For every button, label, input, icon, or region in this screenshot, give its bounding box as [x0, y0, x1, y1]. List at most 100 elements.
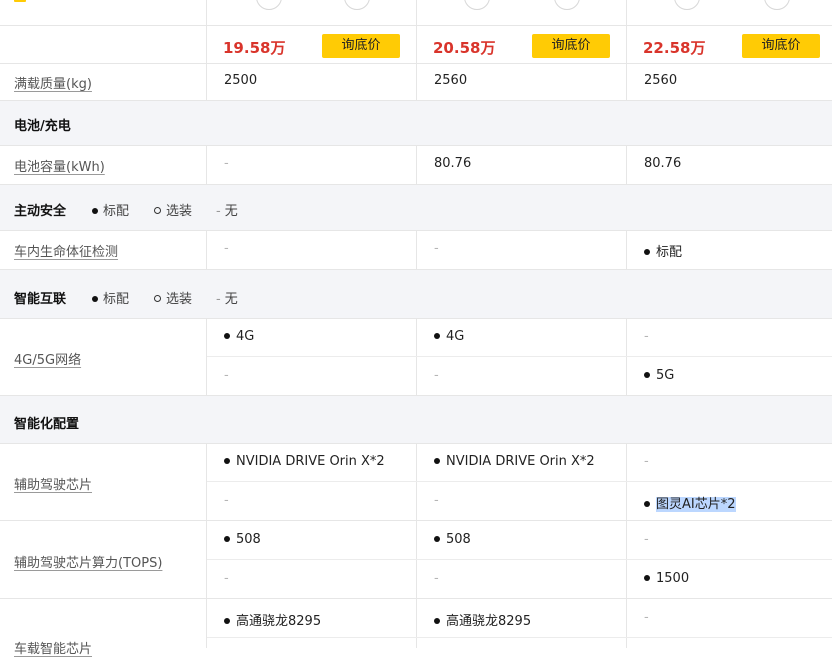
- row-divider: [0, 318, 832, 319]
- cell-value: 508: [434, 532, 471, 547]
- row-divider: [0, 443, 832, 444]
- sub-row-divider: [207, 356, 832, 357]
- cell-value: 标配: [644, 241, 682, 260]
- cell-value: -: [224, 156, 229, 171]
- column-divider: [626, 145, 627, 185]
- car-price: 19.58万: [223, 39, 286, 57]
- cell-value: -: [224, 368, 229, 383]
- standard-dot-icon: [434, 332, 440, 339]
- cell-value: 图灵AI芯片*2: [644, 493, 736, 512]
- standard-dot-icon: [644, 248, 650, 255]
- standard-dot-icon: [434, 617, 440, 624]
- car-price: 20.58万: [433, 39, 496, 57]
- cell-value: -: [644, 454, 649, 469]
- cell-value: 5G: [644, 368, 674, 383]
- section-bg-battery: [0, 101, 832, 145]
- row-label-curb-weight[interactable]: 满载质量(kg): [14, 73, 92, 92]
- standard-dot-icon: [92, 207, 98, 214]
- legend-optional: 选装: [154, 288, 192, 307]
- compare-circle-icon[interactable]: [464, 0, 490, 10]
- column-divider: [626, 443, 627, 648]
- compare-circle-icon[interactable]: [554, 0, 580, 10]
- legend-optional: 选装: [154, 200, 192, 219]
- cell-value: 2500: [224, 73, 258, 88]
- cell-value: -: [434, 493, 439, 508]
- cell-value: -: [434, 368, 439, 383]
- compare-circle-icon[interactable]: [344, 0, 370, 10]
- cell-value: 高通骁龙8295: [434, 610, 531, 629]
- row-divider: [0, 184, 832, 185]
- cell-value: -: [434, 571, 439, 586]
- standard-dot-icon: [434, 535, 440, 542]
- column-divider: [416, 318, 417, 396]
- standard-dot-icon: [644, 371, 650, 378]
- none-dash-icon: -: [216, 204, 221, 219]
- cell-value: -: [644, 610, 649, 625]
- row-divider: [0, 63, 832, 64]
- row-label-adas-chip[interactable]: 辅助驾驶芯片: [14, 474, 92, 493]
- column-divider: [206, 145, 207, 185]
- compare-circle-icon[interactable]: [674, 0, 700, 10]
- row-divider: [0, 520, 832, 521]
- standard-dot-icon: [92, 295, 98, 302]
- row-label-vital-sign[interactable]: 车内生命体征检测: [14, 241, 118, 260]
- standard-dot-icon: [644, 500, 650, 507]
- column-divider: [626, 230, 627, 270]
- section-title-intelligence: 智能化配置: [14, 417, 80, 432]
- none-dash-icon: -: [216, 292, 221, 307]
- row-label-network[interactable]: 4G/5G网络: [14, 349, 81, 368]
- legend-standard: 标配: [92, 200, 129, 219]
- standard-dot-icon: [224, 535, 230, 542]
- column-divider: [206, 318, 207, 396]
- standard-dot-icon: [224, 617, 230, 624]
- standard-dot-icon: [644, 574, 650, 581]
- cell-value: -: [224, 493, 229, 508]
- standard-dot-icon: [224, 457, 230, 464]
- column-divider: [416, 230, 417, 270]
- ask-price-button[interactable]: 询底价: [322, 34, 400, 58]
- column-divider: [626, 318, 627, 396]
- cell-value: 2560: [644, 73, 678, 88]
- column-divider: [206, 0, 207, 101]
- compare-circle-icon[interactable]: [256, 0, 282, 10]
- column-divider: [416, 443, 417, 648]
- section-title-battery: 电池/充电: [14, 119, 71, 134]
- cell-value: -: [224, 241, 229, 256]
- cell-value: -: [644, 329, 649, 344]
- sub-row-divider: [207, 481, 832, 482]
- legend-none: -无: [216, 204, 238, 219]
- selected-text[interactable]: 图灵AI芯片*2: [656, 497, 736, 512]
- legend-none: -无: [216, 292, 238, 307]
- row-divider: [0, 100, 832, 101]
- section-bg-intelligence: [0, 396, 832, 443]
- optional-ring-icon: [154, 207, 161, 214]
- optional-ring-icon: [154, 295, 161, 302]
- cell-value: NVIDIA DRIVE Orin X*2: [434, 454, 595, 469]
- cell-value: 4G: [224, 329, 254, 344]
- sub-row-divider: [207, 559, 832, 560]
- row-label-adas-tops[interactable]: 辅助驾驶芯片算力(TOPS): [14, 552, 162, 571]
- car-price: 22.58万: [643, 39, 706, 57]
- row-divider: [0, 269, 832, 270]
- standard-dot-icon: [434, 457, 440, 464]
- ask-price-button[interactable]: 询底价: [742, 34, 820, 58]
- cell-value: 1500: [644, 571, 689, 586]
- brand-tag-icon: [14, 0, 26, 2]
- row-divider: [0, 395, 832, 396]
- cell-value: 4G: [434, 329, 464, 344]
- cell-value: 80.76: [644, 156, 682, 171]
- cell-value: -: [224, 571, 229, 586]
- column-divider: [626, 0, 627, 101]
- cell-value: NVIDIA DRIVE Orin X*2: [224, 454, 385, 469]
- compare-circle-icon[interactable]: [764, 0, 790, 10]
- cell-value: -: [434, 241, 439, 256]
- cell-value: -: [644, 532, 649, 547]
- cell-value: 80.76: [434, 156, 472, 171]
- ask-price-button[interactable]: 询底价: [532, 34, 610, 58]
- row-divider: [0, 145, 832, 146]
- row-divider: [0, 598, 832, 599]
- column-divider: [206, 230, 207, 270]
- section-title-active-safety: 主动安全: [14, 204, 67, 219]
- legend-standard: 标配: [92, 288, 129, 307]
- row-label-battery-capacity[interactable]: 电池容量(kWh): [14, 156, 105, 175]
